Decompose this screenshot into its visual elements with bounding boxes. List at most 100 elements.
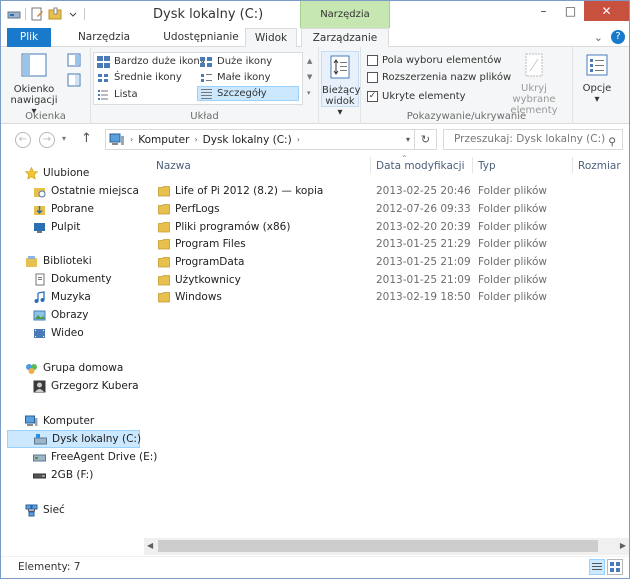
nav-freeagent-drive[interactable]: FreeAgent Drive (E:) (33, 448, 157, 466)
file-name: PerfLogs (175, 203, 220, 215)
table-row[interactable]: Pliki programów (x86) 2013-02-20 20:39 F… (156, 219, 616, 236)
nav-computer-label: Komputer (43, 415, 95, 427)
nav-network[interactable]: Sieć (25, 501, 65, 519)
recent-locations-chevron-icon[interactable]: ▾ (62, 134, 66, 143)
nav-music[interactable]: Muzyka (33, 288, 91, 306)
options-button[interactable]: Opcje ▾ (577, 53, 617, 105)
group-label-show-hide: Pokazywanie/ukrywanie (406, 111, 527, 122)
usb-drive-icon (33, 473, 46, 478)
chevron-down-icon[interactable] (66, 7, 80, 21)
search-icon[interactable]: ⚲ (608, 133, 616, 152)
tab-manage[interactable]: Zarządzanie (301, 28, 389, 48)
nav-pictures[interactable]: Obrazy (33, 306, 88, 324)
large-icons-view-button[interactable] (607, 559, 623, 575)
refresh-button[interactable]: ↻ (415, 129, 437, 150)
file-date: 2013-02-19 18:50 (376, 291, 471, 303)
nav-downloads[interactable]: Pobrane (33, 200, 94, 218)
details-pane-icon[interactable] (67, 73, 81, 87)
layout-details[interactable]: Szczegóły (197, 86, 299, 101)
breadcrumb-drive[interactable]: Dysk lokalny (C:) (203, 134, 292, 146)
tab-share[interactable]: Udostępnianie (161, 28, 241, 47)
nav-homegroup[interactable]: Grupa domowa (25, 359, 123, 377)
breadcrumb-computer[interactable]: Komputer (138, 134, 189, 146)
scroll-left-icon[interactable]: ◀ (147, 541, 153, 550)
forward-button[interactable]: → (39, 132, 55, 148)
tab-file[interactable]: Plik (7, 28, 51, 47)
nav-libraries[interactable]: Biblioteki (25, 252, 92, 270)
tab-home[interactable]: Narzędzia główne (59, 28, 149, 62)
nav-documents[interactable]: Dokumenty (33, 270, 112, 288)
file-name: Program Files (175, 238, 246, 250)
nav-homegroup-user[interactable]: Grzegorz Kubera (33, 377, 139, 395)
hide-selected-label-line1: Ukryj wybrane (512, 83, 556, 105)
properties-icon[interactable] (30, 7, 44, 21)
scrollbar-thumb[interactable] (158, 540, 598, 552)
column-date-modified[interactable]: Data modyfikacji (376, 160, 465, 172)
layout-medium-icons[interactable]: Średnie ikony (97, 70, 182, 85)
tab-view[interactable]: Widok (245, 28, 297, 48)
column-name[interactable]: Nazwa (156, 160, 191, 172)
nav-favorites-label: Ulubione (43, 167, 90, 179)
gallery-scroll[interactable]: ▲ ▼ ▾ (307, 53, 312, 101)
hidden-items-toggle[interactable]: ✓ Ukryte elementy (367, 89, 466, 104)
horizontal-scrollbar[interactable]: ◀ ▶ (144, 538, 629, 555)
file-extensions-checkbox[interactable] (367, 72, 378, 83)
address-history-chevron-icon[interactable]: ▾ (406, 135, 410, 144)
folder-icon (158, 222, 170, 233)
hidden-items-checkbox[interactable]: ✓ (367, 91, 378, 102)
layout-extra-large-label: Bardzo duże ikony (114, 56, 206, 67)
chevron-down-icon[interactable]: ⌄ (594, 31, 603, 44)
nav-desktop[interactable]: Pulpit (33, 218, 80, 236)
table-row[interactable]: Program Files 2013-01-25 21:29 Folder pl… (156, 236, 616, 253)
table-row[interactable]: Użytkownicy 2013-01-25 21:09 Folder plik… (156, 272, 616, 289)
layout-large-icons[interactable]: Duże ikony (200, 54, 272, 69)
minimize-button[interactable]: – (530, 1, 557, 21)
hide-selected-items-button[interactable]: Ukryj wybrane elementy (499, 53, 569, 116)
back-button[interactable]: ← (15, 132, 31, 148)
preview-pane-icon[interactable] (67, 53, 81, 67)
table-row[interactable]: ProgramData 2013-01-25 21:09 Folder plik… (156, 254, 616, 271)
help-icon[interactable]: ? (611, 30, 625, 44)
table-row[interactable]: Life of Pi 2012 (8.2) — kopia 2013-02-25… (156, 183, 616, 200)
item-checkboxes-toggle[interactable]: Pola wyboru elementów (367, 53, 502, 68)
nav-computer[interactable]: Komputer (25, 412, 94, 430)
layout-extra-large-icons[interactable]: Bardzo duże ikony (97, 54, 206, 69)
breadcrumb-chevron-icon[interactable]: › (130, 135, 133, 144)
new-folder-icon[interactable] (48, 7, 62, 21)
nav-favorites[interactable]: Ulubione (25, 164, 89, 182)
windows-drive-icon (34, 433, 47, 444)
close-button[interactable]: ✕ (584, 1, 629, 21)
maximize-button[interactable]: □ (557, 1, 584, 21)
nav-desktop-label: Pulpit (51, 221, 81, 233)
column-divider[interactable] (472, 157, 473, 173)
nav-videos[interactable]: Wideo (33, 324, 84, 342)
column-type[interactable]: Typ (478, 160, 496, 172)
star-icon (25, 166, 38, 180)
up-button[interactable]: ↑ (81, 131, 92, 146)
drive-icon[interactable] (7, 7, 21, 21)
computer-icon (25, 415, 38, 426)
item-checkboxes-checkbox[interactable] (367, 55, 378, 66)
table-row[interactable]: Windows 2013-02-19 18:50 Folder plików (156, 289, 616, 306)
nav-usb-drive[interactable]: 2GB (F:) (33, 466, 93, 484)
column-divider[interactable] (370, 157, 371, 173)
column-size[interactable]: Rozmiar (578, 160, 621, 172)
folder-icon (158, 186, 170, 197)
breadcrumb-chevron-icon[interactable]: › (297, 135, 300, 144)
search-input[interactable]: Przeszukaj: Dysk lokalny (C:) ⚲ (443, 129, 623, 150)
current-view-button[interactable]: Bieżący widok ▾ (321, 51, 361, 118)
breadcrumb-chevron-icon[interactable]: › (194, 135, 197, 144)
details-view-button[interactable] (589, 559, 605, 575)
navigation-pane-button[interactable]: Okienko nawigacji ▾ (7, 52, 61, 117)
quick-access-toolbar (7, 7, 85, 21)
table-row[interactable]: PerfLogs 2012-07-26 09:33 Folder plików (156, 201, 616, 218)
address-bar[interactable]: › Komputer › Dysk lokalny (C:) › ▾ (105, 129, 415, 150)
file-date: 2013-02-20 20:39 (376, 221, 471, 233)
layout-list[interactable]: Lista (97, 87, 138, 102)
layout-small-icons[interactable]: Małe ikony (200, 70, 271, 85)
nav-recent-places[interactable]: Ostatnie miejsca (33, 182, 139, 200)
nav-local-disk[interactable]: Dysk lokalny (C:) (7, 430, 141, 448)
scroll-right-icon[interactable]: ▶ (620, 541, 626, 550)
file-extensions-toggle[interactable]: Rozszerzenia nazw plików (367, 70, 511, 85)
column-divider[interactable] (572, 157, 573, 173)
